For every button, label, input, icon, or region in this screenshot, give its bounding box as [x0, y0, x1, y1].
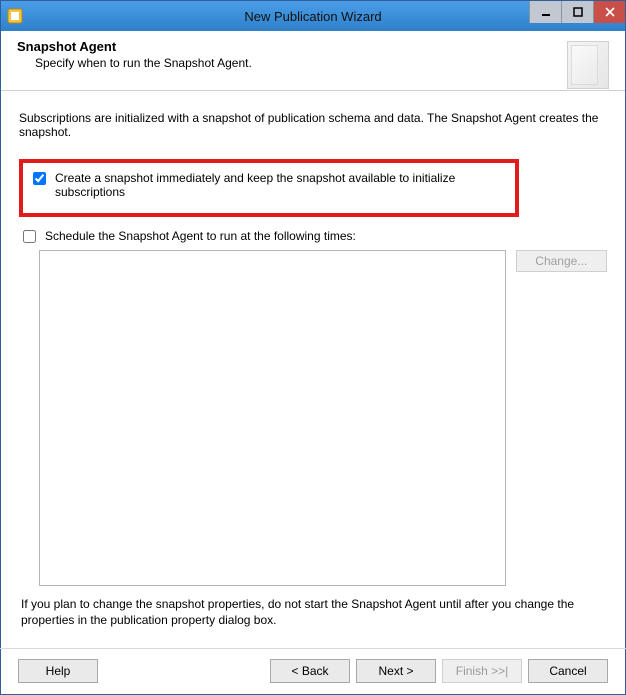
schedule-snapshot-row[interactable]: Schedule the Snapshot Agent to run at th…: [19, 229, 607, 246]
wizard-button-bar: Help < Back Next > Finish >>| Cancel: [0, 648, 626, 683]
create-snapshot-immediately-label: Create a snapshot immediately and keep t…: [55, 171, 507, 199]
change-button: Change...: [516, 250, 607, 272]
minimize-button[interactable]: [529, 1, 561, 23]
maximize-button[interactable]: [561, 1, 593, 23]
schedule-area: Change...: [19, 250, 607, 586]
page-subtitle: Specify when to run the Snapshot Agent.: [35, 56, 252, 70]
intro-text: Subscriptions are initialized with a sna…: [19, 111, 607, 139]
footnote-text: If you plan to change the snapshot prope…: [21, 596, 605, 628]
back-button[interactable]: < Back: [270, 659, 350, 683]
header-decor-icon: [567, 41, 609, 89]
create-snapshot-immediately-checkbox[interactable]: [33, 172, 46, 185]
cancel-button[interactable]: Cancel: [528, 659, 608, 683]
wizard-content: Subscriptions are initialized with a sna…: [1, 91, 625, 628]
schedule-snapshot-label: Schedule the Snapshot Agent to run at th…: [45, 229, 356, 243]
page-heading: Snapshot Agent: [17, 39, 252, 54]
finish-button: Finish >>|: [442, 659, 522, 683]
help-button[interactable]: Help: [18, 659, 98, 683]
highlighted-option: Create a snapshot immediately and keep t…: [19, 159, 519, 217]
next-button[interactable]: Next >: [356, 659, 436, 683]
wizard-header: Snapshot Agent Specify when to run the S…: [1, 31, 625, 91]
schedule-snapshot-checkbox[interactable]: [23, 230, 36, 243]
create-snapshot-immediately-row[interactable]: Create a snapshot immediately and keep t…: [29, 171, 507, 199]
schedule-list: [39, 250, 506, 586]
window-controls: [529, 1, 625, 23]
titlebar: New Publication Wizard: [1, 1, 625, 31]
close-button[interactable]: [593, 1, 625, 23]
app-icon: [7, 8, 23, 24]
